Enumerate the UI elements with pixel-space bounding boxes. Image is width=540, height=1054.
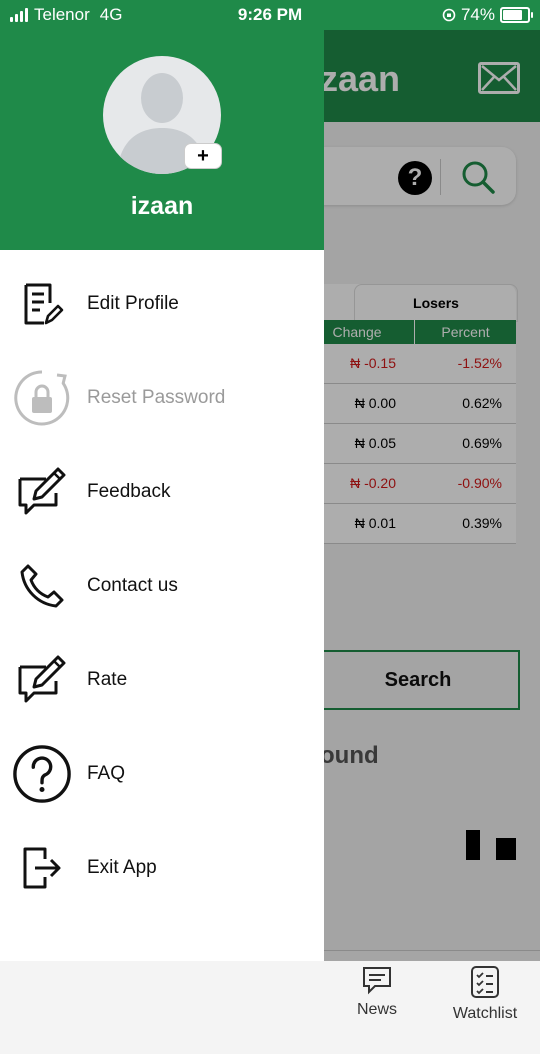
menu-item-label: Rate [87, 669, 128, 690]
edit-profile-icon [12, 257, 72, 351]
menu-item-contact-us[interactable]: Contact us [0, 539, 324, 633]
navigation-drawer: + izaan Edit Profile Reset Password Feed… [0, 30, 324, 961]
tab-news-label: News [356, 1001, 397, 1018]
watchlist-icon [471, 966, 499, 998]
menu-item-label: Reset Password [87, 387, 226, 408]
menu-item-faq[interactable]: FAQ [0, 727, 324, 821]
menu-item-rate[interactable]: Rate [0, 633, 324, 727]
battery-info: 74% [442, 5, 533, 25]
drawer-header: + izaan [0, 30, 324, 250]
menu-item-label: FAQ [87, 763, 126, 784]
exit-icon [12, 821, 72, 915]
battery-percent: 74% [460, 5, 495, 24]
menu-item-exit-app[interactable]: Exit App [0, 821, 324, 915]
bottom-tab-bar: News Watchlist [0, 950, 540, 1054]
rate-icon [12, 633, 72, 727]
reset-password-icon [12, 351, 72, 445]
menu-item-edit-profile[interactable]: Edit Profile [0, 257, 324, 351]
battery-icon [500, 7, 533, 23]
faq-icon [12, 727, 72, 821]
feedback-icon [12, 445, 72, 539]
tab-watchlist[interactable]: Watchlist [435, 965, 535, 1023]
tab-watchlist-label: Watchlist [452, 1005, 518, 1022]
menu-item-feedback[interactable]: Feedback [0, 445, 324, 539]
news-icon [363, 967, 391, 995]
menu-item-label: Exit App [87, 857, 157, 878]
menu-item-label: Contact us [87, 575, 178, 596]
username: izaan [130, 192, 194, 220]
menu-item-reset-password: Reset Password [0, 351, 324, 445]
menu-item-label: Edit Profile [87, 293, 179, 314]
tab-news[interactable]: News [327, 965, 427, 1019]
orientation-lock-icon [442, 8, 456, 22]
phone-icon [12, 539, 72, 633]
status-bar: Telenor 4G 9:26 PM 74% [0, 0, 540, 30]
add-photo-button[interactable]: + [184, 143, 222, 169]
menu-item-label: Feedback [87, 481, 171, 502]
